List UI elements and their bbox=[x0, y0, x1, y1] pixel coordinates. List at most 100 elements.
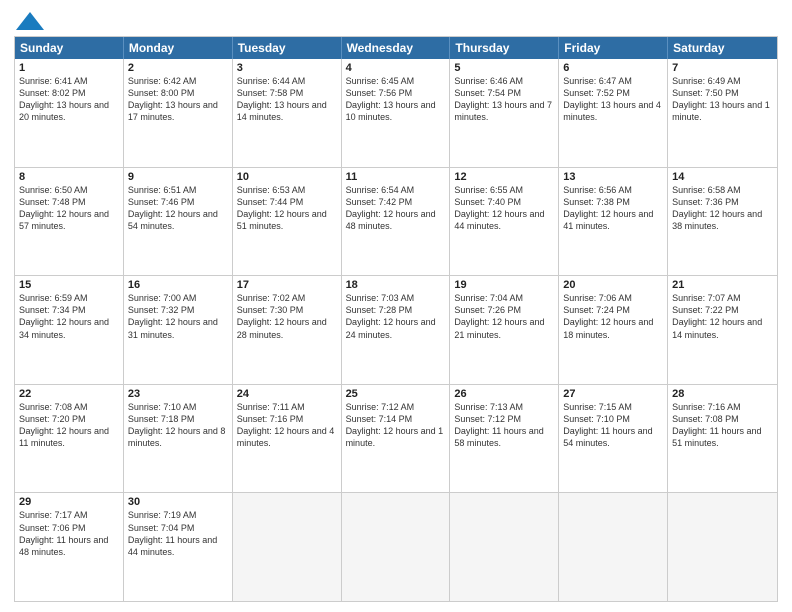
day-number: 20 bbox=[563, 279, 663, 291]
calendar-row-3: 15Sunrise: 6:59 AMSunset: 7:34 PMDayligh… bbox=[15, 275, 777, 384]
cell-info: Sunrise: 7:16 AMSunset: 7:08 PMDaylight:… bbox=[672, 401, 773, 450]
calendar-header: SundayMondayTuesdayWednesdayThursdayFrid… bbox=[15, 37, 777, 59]
calendar-cell: 9Sunrise: 6:51 AMSunset: 7:46 PMDaylight… bbox=[124, 168, 233, 276]
cell-info: Sunrise: 7:17 AMSunset: 7:06 PMDaylight:… bbox=[19, 509, 119, 558]
cell-info: Sunrise: 7:19 AMSunset: 7:04 PMDaylight:… bbox=[128, 509, 228, 558]
calendar-cell: 14Sunrise: 6:58 AMSunset: 7:36 PMDayligh… bbox=[668, 168, 777, 276]
header-day-tuesday: Tuesday bbox=[233, 37, 342, 59]
calendar-cell: 3Sunrise: 6:44 AMSunset: 7:58 PMDaylight… bbox=[233, 59, 342, 167]
day-number: 23 bbox=[128, 388, 228, 400]
cell-info: Sunrise: 7:04 AMSunset: 7:26 PMDaylight:… bbox=[454, 292, 554, 341]
cell-info: Sunrise: 6:59 AMSunset: 7:34 PMDaylight:… bbox=[19, 292, 119, 341]
day-number: 29 bbox=[19, 496, 119, 508]
cell-info: Sunrise: 6:42 AMSunset: 8:00 PMDaylight:… bbox=[128, 75, 228, 124]
day-number: 15 bbox=[19, 279, 119, 291]
cell-info: Sunrise: 7:06 AMSunset: 7:24 PMDaylight:… bbox=[563, 292, 663, 341]
calendar-cell: 23Sunrise: 7:10 AMSunset: 7:18 PMDayligh… bbox=[124, 385, 233, 493]
calendar-row-4: 22Sunrise: 7:08 AMSunset: 7:20 PMDayligh… bbox=[15, 384, 777, 493]
logo-icon bbox=[16, 10, 44, 32]
day-number: 21 bbox=[672, 279, 773, 291]
calendar-cell: 29Sunrise: 7:17 AMSunset: 7:06 PMDayligh… bbox=[15, 493, 124, 601]
header-day-friday: Friday bbox=[559, 37, 668, 59]
cell-info: Sunrise: 6:45 AMSunset: 7:56 PMDaylight:… bbox=[346, 75, 446, 124]
day-number: 10 bbox=[237, 171, 337, 183]
calendar-cell: 19Sunrise: 7:04 AMSunset: 7:26 PMDayligh… bbox=[450, 276, 559, 384]
day-number: 1 bbox=[19, 62, 119, 74]
header-day-sunday: Sunday bbox=[15, 37, 124, 59]
cell-info: Sunrise: 6:56 AMSunset: 7:38 PMDaylight:… bbox=[563, 184, 663, 233]
calendar-cell bbox=[559, 493, 668, 601]
cell-info: Sunrise: 7:11 AMSunset: 7:16 PMDaylight:… bbox=[237, 401, 337, 450]
cell-info: Sunrise: 7:02 AMSunset: 7:30 PMDaylight:… bbox=[237, 292, 337, 341]
cell-info: Sunrise: 7:03 AMSunset: 7:28 PMDaylight:… bbox=[346, 292, 446, 341]
calendar-row-5: 29Sunrise: 7:17 AMSunset: 7:06 PMDayligh… bbox=[15, 492, 777, 601]
day-number: 5 bbox=[454, 62, 554, 74]
day-number: 27 bbox=[563, 388, 663, 400]
cell-info: Sunrise: 6:58 AMSunset: 7:36 PMDaylight:… bbox=[672, 184, 773, 233]
day-number: 28 bbox=[672, 388, 773, 400]
calendar-cell: 15Sunrise: 6:59 AMSunset: 7:34 PMDayligh… bbox=[15, 276, 124, 384]
day-number: 4 bbox=[346, 62, 446, 74]
calendar-cell: 22Sunrise: 7:08 AMSunset: 7:20 PMDayligh… bbox=[15, 385, 124, 493]
calendar-cell: 24Sunrise: 7:11 AMSunset: 7:16 PMDayligh… bbox=[233, 385, 342, 493]
day-number: 18 bbox=[346, 279, 446, 291]
page: SundayMondayTuesdayWednesdayThursdayFrid… bbox=[0, 0, 792, 612]
day-number: 9 bbox=[128, 171, 228, 183]
calendar-cell bbox=[342, 493, 451, 601]
calendar-cell: 27Sunrise: 7:15 AMSunset: 7:10 PMDayligh… bbox=[559, 385, 668, 493]
calendar-cell: 30Sunrise: 7:19 AMSunset: 7:04 PMDayligh… bbox=[124, 493, 233, 601]
calendar-row-1: 1Sunrise: 6:41 AMSunset: 8:02 PMDaylight… bbox=[15, 59, 777, 167]
logo-area bbox=[14, 10, 44, 28]
day-number: 16 bbox=[128, 279, 228, 291]
calendar-cell: 12Sunrise: 6:55 AMSunset: 7:40 PMDayligh… bbox=[450, 168, 559, 276]
cell-info: Sunrise: 7:08 AMSunset: 7:20 PMDaylight:… bbox=[19, 401, 119, 450]
header-day-wednesday: Wednesday bbox=[342, 37, 451, 59]
day-number: 3 bbox=[237, 62, 337, 74]
calendar-cell: 2Sunrise: 6:42 AMSunset: 8:00 PMDaylight… bbox=[124, 59, 233, 167]
day-number: 30 bbox=[128, 496, 228, 508]
day-number: 14 bbox=[672, 171, 773, 183]
calendar-cell: 1Sunrise: 6:41 AMSunset: 8:02 PMDaylight… bbox=[15, 59, 124, 167]
day-number: 13 bbox=[563, 171, 663, 183]
calendar-body: 1Sunrise: 6:41 AMSunset: 8:02 PMDaylight… bbox=[15, 59, 777, 601]
cell-info: Sunrise: 7:15 AMSunset: 7:10 PMDaylight:… bbox=[563, 401, 663, 450]
cell-info: Sunrise: 7:12 AMSunset: 7:14 PMDaylight:… bbox=[346, 401, 446, 450]
calendar: SundayMondayTuesdayWednesdayThursdayFrid… bbox=[14, 36, 778, 602]
calendar-cell: 25Sunrise: 7:12 AMSunset: 7:14 PMDayligh… bbox=[342, 385, 451, 493]
cell-info: Sunrise: 7:10 AMSunset: 7:18 PMDaylight:… bbox=[128, 401, 228, 450]
cell-info: Sunrise: 6:53 AMSunset: 7:44 PMDaylight:… bbox=[237, 184, 337, 233]
day-number: 24 bbox=[237, 388, 337, 400]
calendar-cell bbox=[668, 493, 777, 601]
day-number: 17 bbox=[237, 279, 337, 291]
calendar-cell: 13Sunrise: 6:56 AMSunset: 7:38 PMDayligh… bbox=[559, 168, 668, 276]
header bbox=[14, 10, 778, 28]
day-number: 11 bbox=[346, 171, 446, 183]
cell-info: Sunrise: 6:55 AMSunset: 7:40 PMDaylight:… bbox=[454, 184, 554, 233]
calendar-cell: 28Sunrise: 7:16 AMSunset: 7:08 PMDayligh… bbox=[668, 385, 777, 493]
cell-info: Sunrise: 6:41 AMSunset: 8:02 PMDaylight:… bbox=[19, 75, 119, 124]
header-day-thursday: Thursday bbox=[450, 37, 559, 59]
calendar-cell: 26Sunrise: 7:13 AMSunset: 7:12 PMDayligh… bbox=[450, 385, 559, 493]
calendar-cell bbox=[450, 493, 559, 601]
day-number: 6 bbox=[563, 62, 663, 74]
day-number: 8 bbox=[19, 171, 119, 183]
header-day-monday: Monday bbox=[124, 37, 233, 59]
day-number: 25 bbox=[346, 388, 446, 400]
cell-info: Sunrise: 6:50 AMSunset: 7:48 PMDaylight:… bbox=[19, 184, 119, 233]
calendar-cell: 11Sunrise: 6:54 AMSunset: 7:42 PMDayligh… bbox=[342, 168, 451, 276]
day-number: 12 bbox=[454, 171, 554, 183]
cell-info: Sunrise: 6:47 AMSunset: 7:52 PMDaylight:… bbox=[563, 75, 663, 124]
cell-info: Sunrise: 6:46 AMSunset: 7:54 PMDaylight:… bbox=[454, 75, 554, 124]
calendar-cell bbox=[233, 493, 342, 601]
calendar-cell: 21Sunrise: 7:07 AMSunset: 7:22 PMDayligh… bbox=[668, 276, 777, 384]
cell-info: Sunrise: 6:54 AMSunset: 7:42 PMDaylight:… bbox=[346, 184, 446, 233]
cell-info: Sunrise: 6:51 AMSunset: 7:46 PMDaylight:… bbox=[128, 184, 228, 233]
day-number: 2 bbox=[128, 62, 228, 74]
calendar-cell: 8Sunrise: 6:50 AMSunset: 7:48 PMDaylight… bbox=[15, 168, 124, 276]
calendar-cell: 18Sunrise: 7:03 AMSunset: 7:28 PMDayligh… bbox=[342, 276, 451, 384]
calendar-row-2: 8Sunrise: 6:50 AMSunset: 7:48 PMDaylight… bbox=[15, 167, 777, 276]
cell-info: Sunrise: 7:13 AMSunset: 7:12 PMDaylight:… bbox=[454, 401, 554, 450]
calendar-cell: 16Sunrise: 7:00 AMSunset: 7:32 PMDayligh… bbox=[124, 276, 233, 384]
calendar-cell: 10Sunrise: 6:53 AMSunset: 7:44 PMDayligh… bbox=[233, 168, 342, 276]
calendar-cell: 5Sunrise: 6:46 AMSunset: 7:54 PMDaylight… bbox=[450, 59, 559, 167]
